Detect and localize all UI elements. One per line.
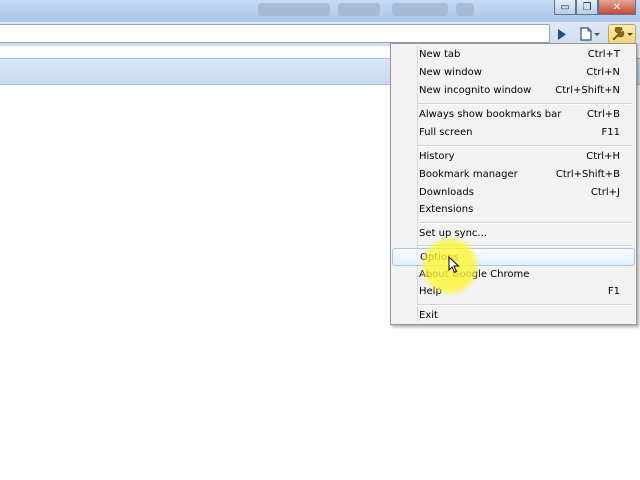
menu-separator	[418, 222, 632, 224]
menu-item-history[interactable]: History Ctrl+H	[392, 148, 635, 166]
wrench-icon	[612, 27, 633, 41]
menu-item-shortcut: Ctrl+Shift+N	[555, 85, 620, 96]
menu-item-always-show-bookmarks-bar[interactable]: Always show bookmarks bar Ctrl+B	[392, 106, 635, 124]
menu-item-downloads[interactable]: Downloads Ctrl+J	[392, 184, 635, 202]
menu-separator	[418, 304, 632, 306]
minimize-button[interactable]: ▭	[554, 0, 576, 15]
menu-item-shortcut: F1	[607, 286, 620, 297]
menu-item-shortcut: Ctrl+Shift+B	[555, 169, 620, 180]
menu-item-label: About Google Chrome	[419, 269, 530, 280]
menu-item-bookmark-manager[interactable]: Bookmark manager Ctrl+Shift+B	[392, 166, 635, 184]
menu-item-label: Always show bookmarks bar	[419, 109, 562, 120]
menu-item-label: Exit	[419, 310, 438, 321]
menu-item-set-up-sync[interactable]: Set up sync...	[392, 225, 635, 243]
menu-item-label: Help	[419, 286, 442, 297]
maximize-icon: ❐	[582, 1, 592, 13]
menu-separator	[418, 245, 632, 247]
blurred-tab[interactable]	[392, 3, 448, 16]
menu-item-label: Set up sync...	[419, 228, 487, 239]
menu-item-shortcut: F11	[601, 127, 620, 138]
address-bar[interactable]	[0, 24, 550, 43]
menu-item-full-screen[interactable]: Full screen F11	[392, 124, 635, 142]
menu-item-label: Extensions	[419, 204, 474, 215]
menu-item-label: New incognito window	[419, 85, 532, 96]
menu-item-shortcut: Ctrl+T	[587, 49, 620, 60]
menu-item-help[interactable]: Help F1	[392, 283, 635, 301]
window-controls: ▭ ❐ ✕	[554, 0, 636, 16]
blurred-tab[interactable]	[258, 3, 330, 16]
blurred-tab[interactable]	[456, 3, 474, 16]
menu-item-label: New tab	[419, 49, 461, 60]
menu-item-extensions[interactable]: Extensions	[392, 201, 635, 219]
minimize-icon: ▭	[560, 1, 570, 13]
browser-screen: ▭ ❐ ✕ New tab Ctrl+T New window Ctrl+N N…	[0, 0, 640, 480]
go-button[interactable]	[553, 24, 571, 44]
menu-item-shortcut: Ctrl+H	[586, 151, 620, 162]
wrench-menu-button[interactable]	[608, 24, 636, 44]
menu-separator	[418, 145, 632, 147]
menu-item-new-tab[interactable]: New tab Ctrl+T	[392, 46, 635, 64]
menu-item-shortcut: Ctrl+J	[590, 187, 620, 198]
menu-item-label: Full screen	[419, 127, 473, 138]
menu-item-label: Downloads	[419, 187, 474, 198]
page-icon	[580, 27, 600, 41]
menu-item-label: Options	[420, 252, 459, 263]
menu-item-label: Bookmark manager	[419, 169, 518, 180]
title-bar: ▭ ❐ ✕	[0, 0, 640, 22]
close-icon: ✕	[612, 1, 622, 13]
menu-item-about-google-chrome[interactable]: About Google Chrome	[392, 266, 635, 284]
menu-item-label: History	[419, 151, 455, 162]
page-menu-button[interactable]	[577, 24, 603, 44]
maximize-button[interactable]: ❐	[576, 0, 598, 15]
menu-item-exit[interactable]: Exit	[392, 307, 635, 325]
close-button[interactable]: ✕	[598, 0, 636, 15]
wrench-menu: New tab Ctrl+T New window Ctrl+N New inc…	[390, 43, 637, 325]
menu-item-options[interactable]: Options	[392, 248, 635, 266]
menu-separator	[418, 103, 632, 105]
menu-item-new-incognito-window[interactable]: New incognito window Ctrl+Shift+N	[392, 82, 635, 100]
play-icon	[558, 28, 566, 40]
menu-item-shortcut: Ctrl+B	[586, 109, 620, 120]
menu-item-label: New window	[419, 67, 482, 78]
menu-item-shortcut: Ctrl+N	[586, 67, 620, 78]
menu-item-new-window[interactable]: New window Ctrl+N	[392, 64, 635, 82]
blurred-tab[interactable]	[338, 3, 380, 16]
